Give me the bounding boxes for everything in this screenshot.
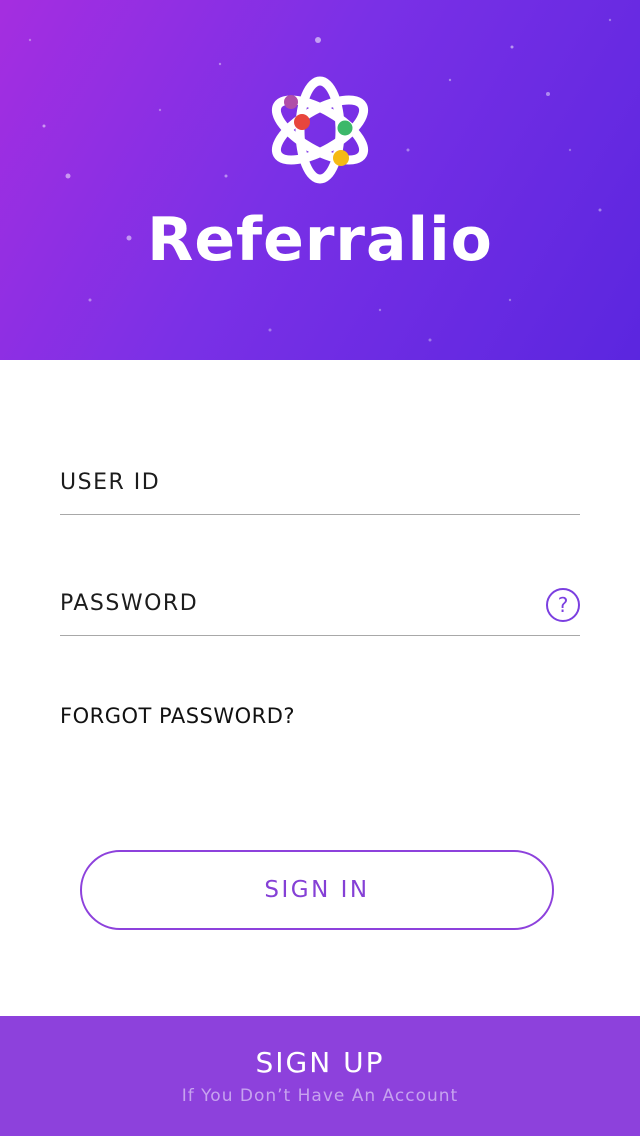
password-label: PASSWORD bbox=[60, 591, 199, 616]
header-banner: Referralio bbox=[0, 0, 640, 360]
sign-in-button[interactable]: SIGN IN bbox=[80, 850, 554, 930]
sign-up-subtitle: If You Don’t Have An Account bbox=[181, 1086, 459, 1106]
atom-orbit-logo-icon bbox=[271, 76, 369, 184]
forgot-password-link[interactable]: FORGOT PASSWORD? bbox=[60, 704, 295, 728]
password-field[interactable]: PASSWORD ? bbox=[60, 579, 580, 636]
help-icon[interactable]: ? bbox=[546, 588, 580, 622]
app-name: Referralio bbox=[147, 205, 493, 275]
user-id-label: USER ID bbox=[60, 470, 161, 495]
login-screen: Referralio USER ID PASSWORD ? FORGOT PAS… bbox=[0, 0, 640, 1136]
sign-up-label: SIGN UP bbox=[255, 1046, 385, 1079]
sign-up-button[interactable]: SIGN UP If You Don’t Have An Account bbox=[0, 1016, 640, 1136]
user-id-field[interactable]: USER ID bbox=[60, 458, 580, 515]
